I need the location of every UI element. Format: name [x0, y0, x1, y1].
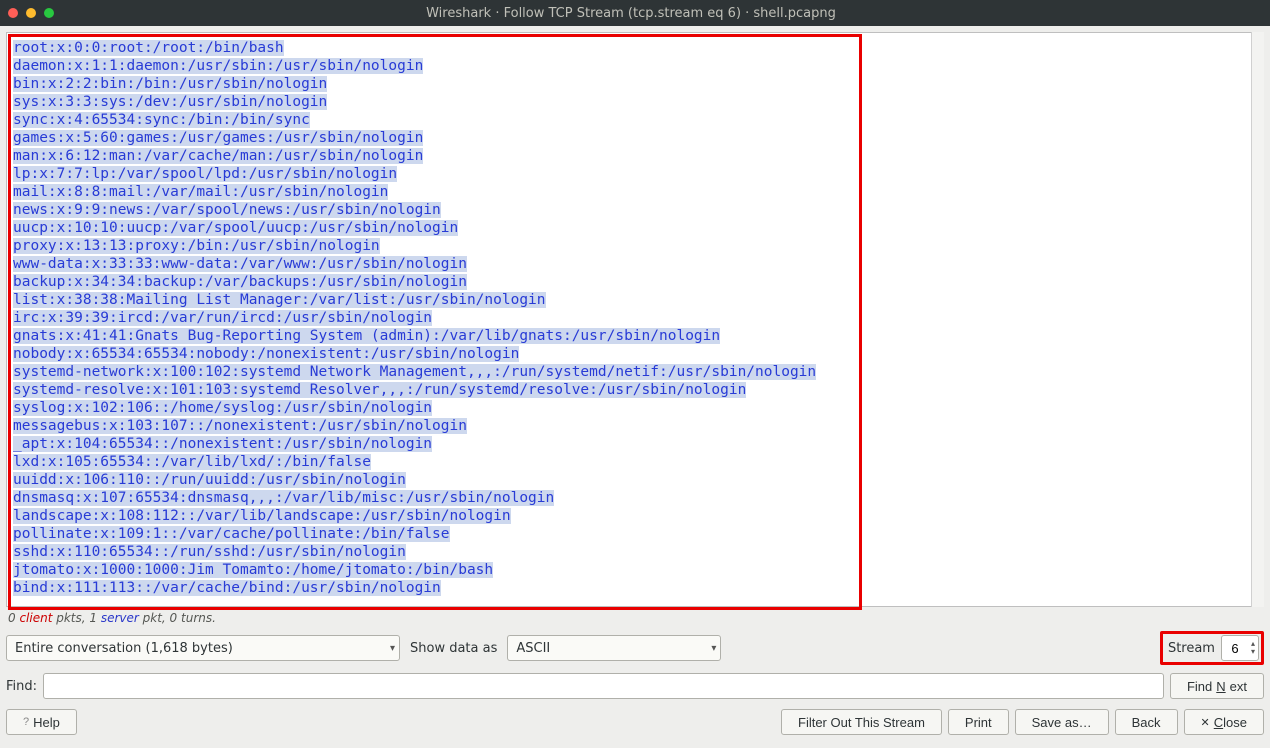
window-title: Wireshark · Follow TCP Stream (tcp.strea…	[54, 6, 1208, 21]
find-label: Find:	[6, 679, 37, 694]
encoding-selector[interactable]: ASCII▾	[507, 635, 721, 661]
maximize-window-icon[interactable]	[44, 8, 54, 18]
titlebar: Wireshark · Follow TCP Stream (tcp.strea…	[0, 0, 1270, 26]
save-as-button[interactable]: Save as…	[1015, 709, 1109, 735]
vertical-scrollbar[interactable]	[1251, 32, 1264, 607]
find-input[interactable]	[43, 673, 1164, 699]
spinner-arrows[interactable]: ▴▾	[1248, 640, 1258, 656]
chevron-down-icon: ▾	[390, 643, 395, 654]
stream-number-spinner[interactable]: ▴▾	[1221, 635, 1259, 661]
help-icon: ?	[23, 716, 29, 728]
help-button[interactable]: ? Help	[6, 709, 77, 735]
chevron-down-icon: ▾	[711, 643, 716, 654]
packet-summary: 0 client pkts, 1 server pkt, 0 turns.	[6, 607, 1264, 627]
back-button[interactable]: Back	[1115, 709, 1178, 735]
filter-out-stream-button[interactable]: Filter Out This Stream	[781, 709, 942, 735]
show-data-as-label: Show data as	[410, 641, 497, 656]
stream-number-input[interactable]	[1222, 640, 1248, 657]
minimize-window-icon[interactable]	[26, 8, 36, 18]
print-button[interactable]: Print	[948, 709, 1009, 735]
close-button[interactable]: ✕ Close	[1184, 709, 1264, 735]
close-icon: ✕	[1201, 716, 1210, 729]
stream-content[interactable]: root:x:0:0:root:/root:/bin/bash daemon:x…	[7, 33, 1263, 605]
annotation-highlight: Stream ▴▾	[1160, 631, 1264, 665]
stream-label: Stream	[1168, 641, 1215, 656]
find-next-button[interactable]: Find Next	[1170, 673, 1264, 699]
stream-text-area[interactable]: root:x:0:0:root:/root:/bin/bash daemon:x…	[6, 32, 1264, 607]
conversation-selector[interactable]: Entire conversation (1,618 bytes)▾	[6, 635, 400, 661]
close-window-icon[interactable]	[8, 8, 18, 18]
